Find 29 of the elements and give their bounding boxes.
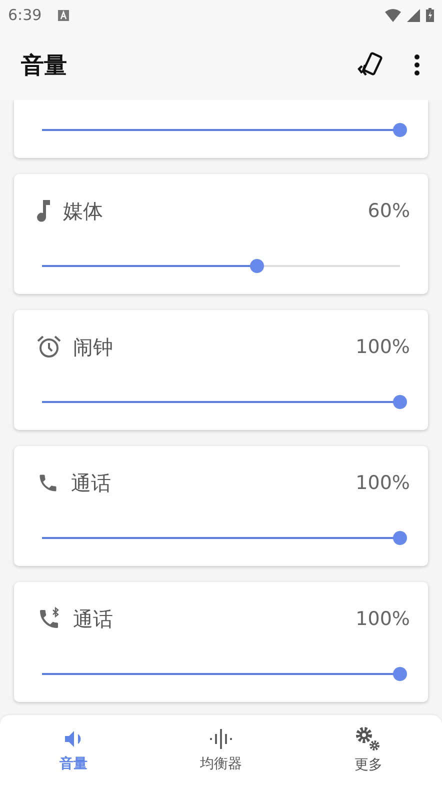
volume-label: 闹钟 [73, 334, 113, 360]
volume-label: 媒体 [63, 198, 103, 224]
slider-thumb[interactable] [250, 259, 264, 273]
slider-thumb[interactable] [393, 531, 407, 545]
keyboard-notification-icon [58, 10, 69, 20]
app-title: 音量 [21, 52, 67, 80]
phone-icon [37, 472, 59, 494]
slider-thumb[interactable] [393, 123, 407, 137]
volume-percent: 100% [356, 472, 410, 494]
slider-thumb[interactable] [393, 667, 407, 681]
music-note-icon [37, 200, 51, 222]
battery-icon [426, 8, 434, 22]
rotate-phone-icon[interactable] [356, 52, 384, 78]
nav-tab[interactable]: 更多 [294, 715, 442, 785]
status-time: 6:39 [8, 6, 42, 24]
wifi-icon [385, 8, 401, 22]
alarm-clock-icon [37, 335, 61, 359]
signal-icon [407, 8, 420, 22]
volume-label: 通话 [71, 470, 111, 496]
volume-percent: 100% [356, 336, 410, 358]
more-menu-icon[interactable] [414, 54, 420, 76]
slider-thumb[interactable] [393, 395, 407, 409]
gears-icon [355, 726, 382, 752]
volume-label: 通话 [73, 606, 113, 632]
volume-percent: 100% [356, 608, 410, 630]
bluetooth-phone-icon [37, 607, 61, 631]
sound-wave-icon [208, 727, 233, 751]
nav-tab[interactable]: 均衡器 [147, 715, 295, 785]
volume-percent: 60% [368, 200, 410, 222]
